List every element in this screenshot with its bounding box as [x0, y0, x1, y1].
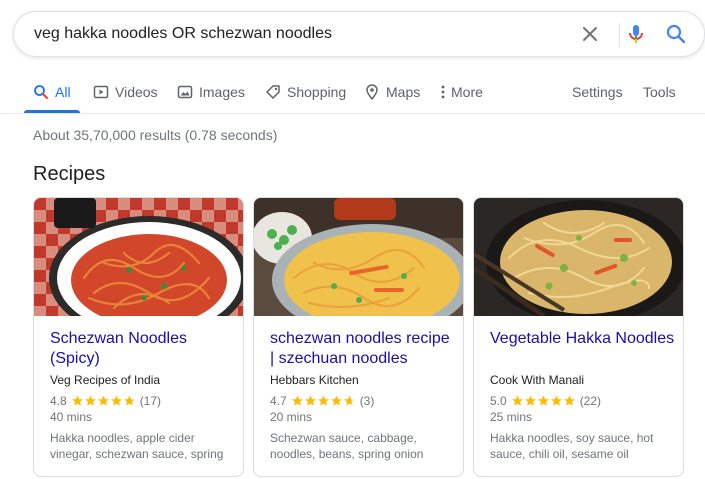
tab-maps[interactable]: Maps	[364, 70, 420, 113]
magnifier-icon[interactable]	[664, 22, 688, 46]
ingredients: Hakka noodles, soy sauce, hot sauce, chi…	[490, 431, 654, 461]
star-icon	[317, 395, 329, 406]
pin-icon	[364, 83, 380, 100]
star-icon	[110, 395, 122, 406]
rating-value: 5.0	[490, 394, 507, 408]
star-icon	[97, 395, 109, 406]
review-count: (22)	[579, 394, 602, 408]
result-stats: About 35,70,000 results (0.78 seconds)	[33, 127, 278, 143]
review-count: (3)	[359, 394, 375, 408]
microphone-icon[interactable]	[624, 22, 648, 46]
cook-time: 40 mins	[50, 410, 93, 424]
search-icon	[33, 84, 49, 100]
recipe-thumbnail	[34, 198, 243, 316]
search-tabs: All Videos Images Shopping Maps More Set…	[0, 70, 705, 114]
search-bar[interactable]	[13, 11, 705, 57]
rating-value: 4.7	[270, 394, 287, 408]
recipe-rating: 4.8 (17)	[50, 394, 161, 408]
tab-label: More	[451, 83, 483, 100]
star-icon	[84, 395, 96, 406]
recipe-rating: 4.7 (3)	[270, 394, 374, 408]
play-icon	[93, 84, 109, 100]
star-icon	[330, 395, 342, 406]
star-icon	[291, 395, 303, 406]
review-count: (17)	[139, 394, 162, 408]
ingredients: Hakka noodles, apple cider vinegar, sche…	[50, 431, 224, 461]
search-input[interactable]	[34, 12, 554, 56]
star-icon	[304, 395, 316, 406]
cook-time: 20 mins	[270, 410, 313, 424]
recipes-heading: Recipes	[33, 163, 106, 185]
tab-label: Shopping	[287, 83, 347, 100]
tab-shopping[interactable]: Shopping	[265, 70, 346, 113]
tag-icon	[265, 84, 281, 100]
tab-settings[interactable]: Settings	[572, 70, 623, 113]
recipe-title-link[interactable]: Vegetable Hakka Noodles	[490, 329, 675, 349]
recipe-thumbnail	[474, 198, 683, 316]
more-vert-icon	[439, 84, 447, 100]
star-icon	[511, 395, 523, 406]
rating-value: 4.8	[50, 394, 67, 408]
tab-videos[interactable]: Videos	[93, 70, 158, 113]
star-icon	[71, 395, 83, 406]
tab-more[interactable]: More	[439, 70, 483, 113]
tab-label: All	[55, 83, 71, 100]
star-icon	[563, 395, 575, 406]
tab-images[interactable]: Images	[177, 70, 245, 113]
recipe-source: Hebbars Kitchen	[270, 373, 359, 387]
recipe-title-link[interactable]: schezwan noodles recipe | szechuan noodl…	[270, 329, 455, 369]
star-rating-icon	[511, 395, 576, 407]
star-icon	[123, 395, 135, 406]
ingredients: Schezwan sauce, cabbage, noodles, beans,…	[270, 431, 424, 461]
star-icon	[524, 395, 536, 406]
recipe-card-2[interactable]: schezwan noodles recipe | szechuan noodl…	[253, 197, 464, 477]
tab-label: Videos	[115, 83, 158, 100]
close-icon[interactable]	[578, 22, 602, 46]
recipe-source: Veg Recipes of India	[50, 373, 161, 387]
recipe-thumbnail	[254, 198, 463, 316]
star-rating-icon	[291, 395, 356, 407]
star-icon	[343, 395, 355, 406]
tab-label: Tools	[643, 83, 676, 100]
recipe-card-1[interactable]: Schezwan Noodles (Spicy) Veg Recipes of …	[33, 197, 244, 477]
star-icon	[537, 395, 549, 406]
search-bar-divider	[619, 23, 620, 47]
tab-label: Images	[199, 83, 245, 100]
recipe-source: Cook With Manali	[490, 373, 585, 387]
cook-time: 25 mins	[490, 410, 533, 424]
active-tab-indicator	[24, 110, 80, 113]
recipe-rating: 5.0 (22)	[490, 394, 601, 408]
recipe-title-link[interactable]: Schezwan Noodles (Spicy)	[50, 329, 235, 369]
tab-tools[interactable]: Tools	[643, 70, 676, 113]
tab-label: Settings	[572, 83, 623, 100]
tab-all[interactable]: All	[33, 70, 71, 113]
star-rating-icon	[71, 395, 136, 407]
recipe-card-3[interactable]: Vegetable Hakka Noodles Cook With Manali…	[473, 197, 684, 477]
tab-label: Maps	[386, 83, 421, 100]
star-icon	[550, 395, 562, 406]
image-icon	[177, 84, 193, 100]
